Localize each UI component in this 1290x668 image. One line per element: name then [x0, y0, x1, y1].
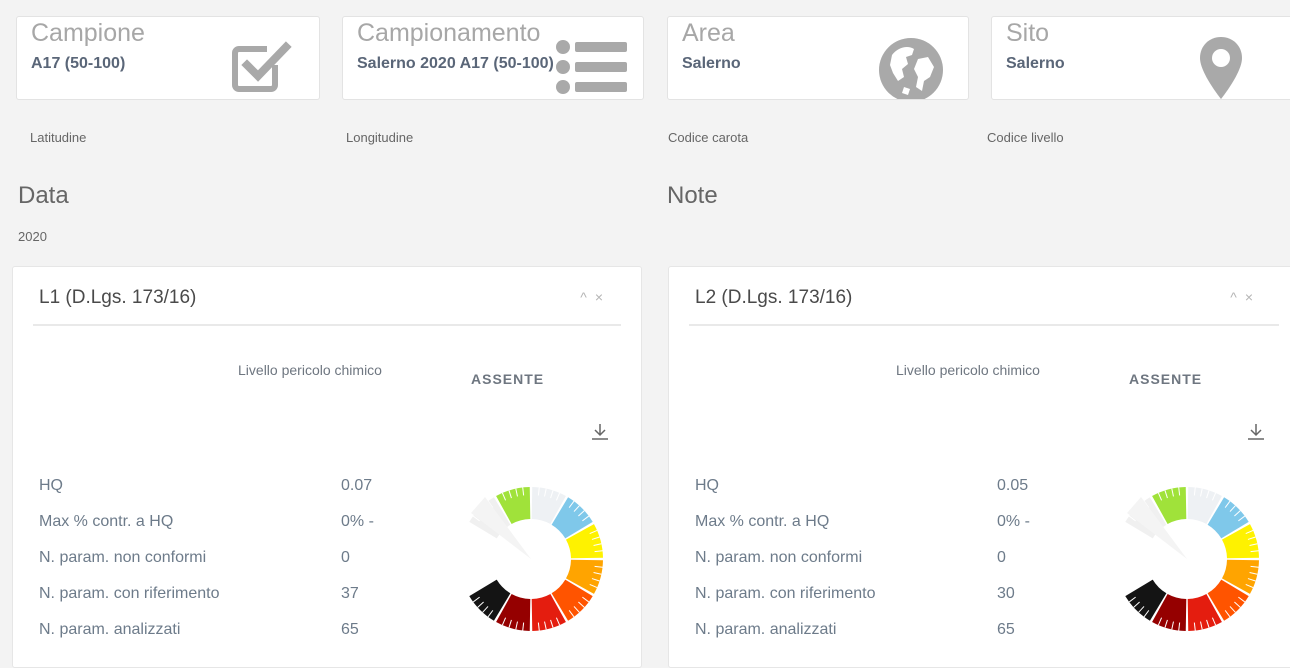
stat-label: N. param. analizzati [39, 621, 181, 638]
stat-value: 0% - [997, 513, 1030, 530]
level-label: Livello pericolo chimico [238, 362, 382, 378]
latitudine-label: Latitudine [30, 130, 87, 145]
card-campionamento: Campionamento Salerno 2020 A17 (50-100) [342, 16, 644, 100]
card-campione: Campione A17 (50-100) [16, 16, 320, 100]
stat-label: N. param. non conformi [695, 549, 863, 566]
download-icon[interactable] [591, 423, 609, 441]
data-value: 2020 [18, 229, 47, 244]
stat-value: 0.05 [997, 477, 1029, 494]
level-value: ASSENTE [1129, 371, 1203, 387]
panel-l1: L1 (D.Lgs. 173/16) ^× Livello pericolo c… [12, 266, 642, 668]
stat-value: 0 [997, 549, 1006, 566]
note-label: Note [667, 182, 718, 209]
stat-label: N. param. con riferimento [39, 585, 220, 602]
map-pin-icon [1200, 37, 1242, 99]
globe-icon [879, 38, 943, 99]
stat-label: HQ [39, 477, 63, 494]
level-label: Livello pericolo chimico [896, 362, 1040, 378]
stat-label: N. param. non conformi [39, 549, 207, 566]
stat-label: Max % contr. a HQ [39, 513, 174, 530]
panel-tools: ^× [580, 289, 611, 305]
longitudine-label: Longitudine [346, 130, 414, 145]
panel-divider [33, 324, 621, 326]
download-icon[interactable] [1247, 423, 1265, 441]
panel-title: L1 (D.Lgs. 173/16) [39, 287, 197, 308]
codice-carota-label: Codice carota [668, 130, 749, 145]
stat-label: Max % contr. a HQ [695, 513, 830, 530]
checkbox-icon [232, 41, 292, 92]
panel-title: L2 (D.Lgs. 173/16) [695, 287, 853, 308]
hazard-gauge [469, 487, 603, 631]
data-label: Data [18, 182, 69, 209]
card-area: Area Salerno [667, 16, 969, 100]
card-value: Salerno [1006, 55, 1065, 72]
stat-label: N. param. con riferimento [695, 585, 876, 602]
card-value: Salerno 2020 A17 (50-100) [357, 55, 554, 72]
card-title: Campione [31, 19, 145, 47]
panel-l2: L2 (D.Lgs. 173/16) ^× Livello pericolo c… [668, 266, 1290, 668]
card-sito: Sito Salerno [991, 16, 1290, 100]
stat-value: 65 [997, 621, 1015, 638]
stat-value: 65 [341, 621, 359, 638]
close-icon[interactable]: × [1245, 289, 1261, 305]
stat-label: N. param. analizzati [695, 621, 837, 638]
codice-livello-label: Codice livello [987, 130, 1064, 145]
stat-value: 30 [997, 585, 1015, 602]
collapse-icon[interactable]: ^ [580, 289, 595, 305]
hazard-gauge [1125, 487, 1259, 631]
level-value: ASSENTE [471, 371, 545, 387]
card-title: Campionamento [357, 19, 541, 47]
stat-value: 0 [341, 549, 350, 566]
stat-value: 0.07 [341, 477, 373, 494]
close-icon[interactable]: × [595, 289, 611, 305]
card-title: Sito [1006, 19, 1050, 47]
collapse-icon[interactable]: ^ [1230, 289, 1245, 305]
stat-label: HQ [695, 477, 719, 494]
stat-value: 37 [341, 585, 359, 602]
card-value: Salerno [682, 55, 741, 72]
panel-tools: ^× [1230, 289, 1261, 305]
card-title: Area [682, 19, 735, 47]
stat-value: 0% - [341, 513, 374, 530]
list-icon [556, 40, 627, 94]
panel-divider [689, 324, 1279, 326]
card-value: A17 (50-100) [31, 55, 126, 72]
